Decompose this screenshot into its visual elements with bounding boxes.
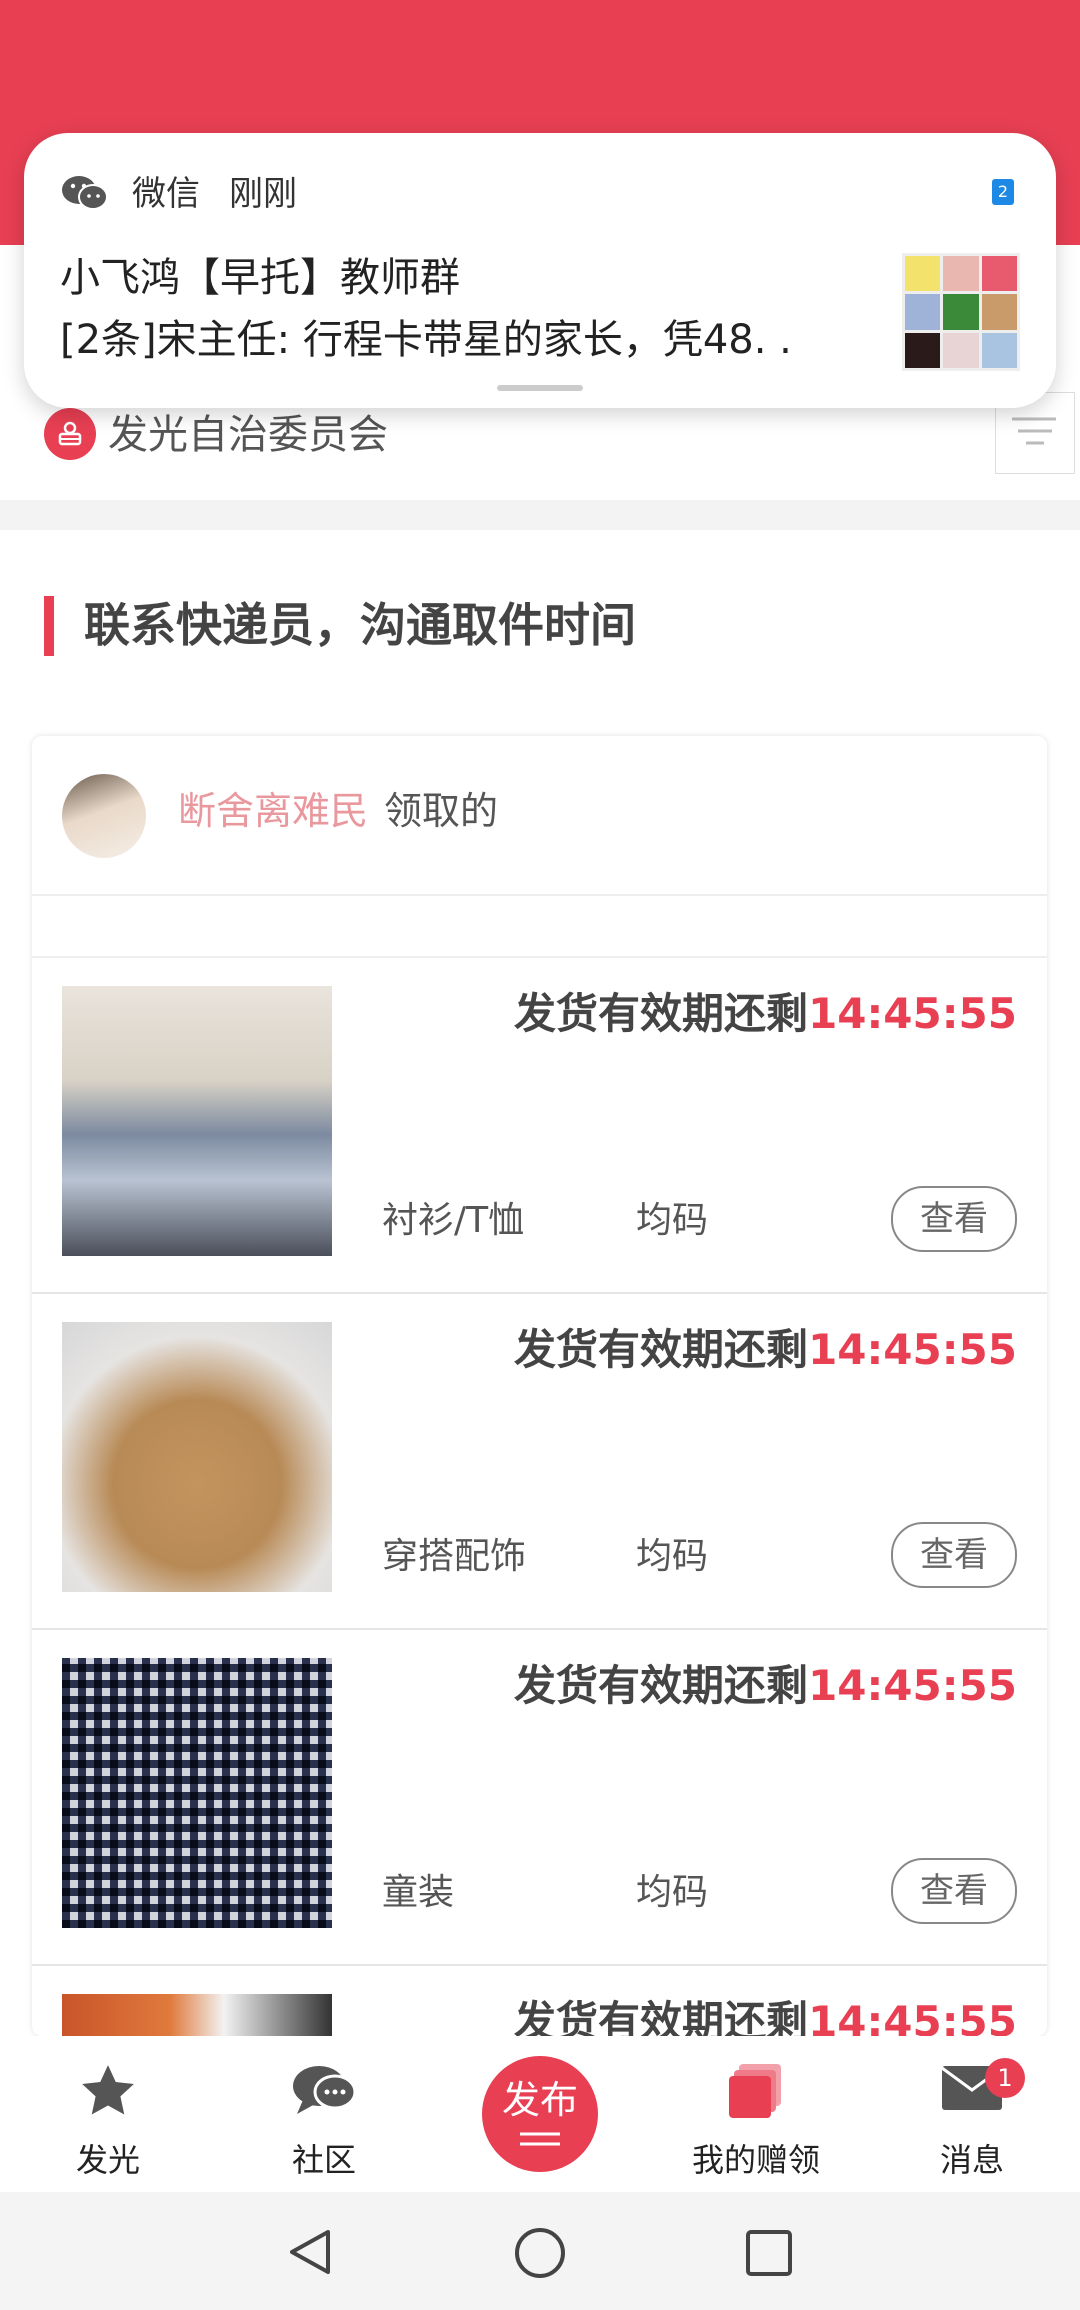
tab-faguang[interactable]: 发光 [0, 2036, 216, 2192]
item-size: 均码 [636, 1200, 709, 1241]
deadline-label: 发货有效期还剩 [514, 1661, 809, 1710]
item-category: 童装 [382, 1872, 455, 1913]
item-category: 穿搭配饰 [382, 1536, 527, 1577]
message-count-badge: 1 [985, 2058, 1025, 2098]
owner-name[interactable]: 断舍离难民 [178, 786, 368, 836]
list-item[interactable]: 发货有效期还剩14:45:55 衬衫/T恤 均码 查看 [32, 958, 1047, 1294]
wechat-icon [60, 173, 110, 217]
notification-count-badge: 2 [992, 179, 1014, 205]
publish-icon [520, 2132, 560, 2146]
group-avatar [902, 253, 1020, 371]
publish-label: 发布 [501, 2078, 578, 2122]
countdown: 14:45:55 [808, 1325, 1017, 1374]
notification-time: 刚刚 [229, 174, 297, 214]
tab-community[interactable]: 社区 [216, 2036, 432, 2192]
recents-nav-icon[interactable] [744, 2228, 794, 2278]
owner-row: 断舍离难民 领取的 [32, 736, 1047, 896]
deadline-text: 发货有效期还剩14:45:55 [514, 1322, 1017, 1378]
owner-suffix: 领取的 [384, 789, 499, 833]
view-button[interactable]: 查看 [891, 1858, 1017, 1924]
deadline-text: 发货有效期还剩14:45:55 [514, 986, 1017, 1042]
notification-handle[interactable] [497, 385, 583, 391]
avatar[interactable] [62, 774, 146, 858]
notification-body: [2条]宋主任: 行程卡带星的家长，凭48. . [60, 317, 792, 363]
section-title: 联系快递员，沟通取件时间 [84, 598, 636, 652]
tab-label: 社区 [291, 2141, 356, 2179]
claim-card: 断舍离难民 领取的 发货有效期还剩14:45:55 衬衫/T恤 均码 查看 发货… [32, 736, 1047, 2036]
item-photo [62, 1658, 332, 1928]
deadline-label: 发货有效期还剩 [514, 989, 809, 1038]
item-photo [62, 1994, 332, 2036]
cards-icon [725, 2060, 787, 2126]
notification-app-name: 微信 [132, 174, 200, 214]
list-item[interactable]: 发货有效期还剩14:45:55 [32, 1966, 1047, 2036]
countdown: 14:45:55 [808, 1997, 1017, 2036]
item-photo [62, 986, 332, 1256]
item-photo [62, 1322, 332, 1592]
org-name: 发光自治委员会 [108, 412, 388, 458]
list-item[interactable]: 发货有效期还剩14:45:55 穿搭配饰 均码 查看 [32, 1294, 1047, 1630]
publish-button[interactable]: 发布 [482, 2056, 598, 2172]
item-category: 衬衫/T恤 [382, 1200, 525, 1241]
tab-label: 我的赠领 [691, 2141, 820, 2179]
system-nav-bar [0, 2192, 1080, 2310]
back-nav-icon[interactable] [284, 2226, 336, 2278]
view-button[interactable]: 查看 [891, 1186, 1017, 1252]
chat-bubbles-icon [289, 2060, 359, 2126]
list-item[interactable]: 发货有效期还剩14:45:55 童装 均码 查看 [32, 1630, 1047, 1966]
item-size: 均码 [636, 1536, 709, 1577]
tab-label: 发光 [75, 2141, 140, 2179]
empty-row [32, 896, 1047, 958]
deadline-text: 发货有效期还剩14:45:55 [514, 1994, 1017, 2036]
countdown: 14:45:55 [808, 1661, 1017, 1710]
org-logo-icon [44, 408, 96, 460]
tab-label: 消息 [939, 2141, 1004, 2179]
item-size: 均码 [636, 1872, 709, 1913]
view-button[interactable]: 查看 [891, 1522, 1017, 1588]
tab-messages[interactable]: 消息 [864, 2036, 1080, 2192]
tab-my-claims[interactable]: 我的赠领 [648, 2036, 864, 2192]
deadline-text: 发货有效期还剩14:45:55 [514, 1658, 1017, 1714]
star-icon [77, 2060, 139, 2126]
deadline-label: 发货有效期还剩 [514, 1997, 809, 2036]
wechat-notification[interactable]: 微信 刚刚 2 小飞鸿【早托】教师群 [2条]宋主任: 行程卡带星的家长，凭48… [24, 133, 1056, 408]
home-nav-icon[interactable] [513, 2226, 567, 2280]
section-marker [44, 596, 54, 656]
deadline-label: 发货有效期还剩 [514, 1325, 809, 1374]
countdown: 14:45:55 [808, 989, 1017, 1038]
section-gap [0, 500, 1080, 530]
notification-title: 小飞鸿【早托】教师群 [60, 255, 460, 301]
